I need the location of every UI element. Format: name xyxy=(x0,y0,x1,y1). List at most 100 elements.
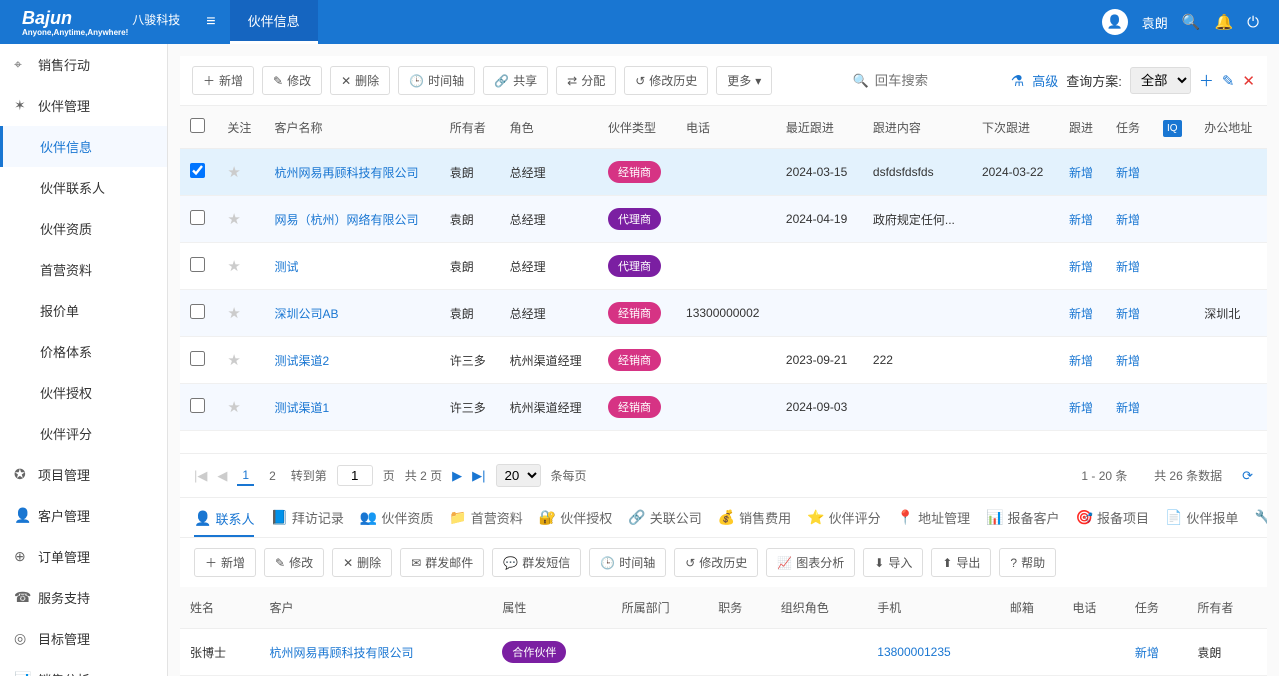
detail-tab[interactable]: 🔗关联公司 xyxy=(628,508,701,527)
detail-column-header[interactable]: 所属部门 xyxy=(612,587,709,629)
page-1[interactable]: 1 xyxy=(237,466,254,486)
goto-page-input[interactable] xyxy=(337,465,373,486)
column-header[interactable]: 所有者 xyxy=(440,106,500,149)
plus-icon[interactable]: ＋ xyxy=(1199,70,1214,91)
menu-toggle-icon[interactable]: ≡ xyxy=(192,13,229,31)
pencil-icon[interactable]: ✎ xyxy=(1222,72,1235,90)
column-header[interactable]: 跟进内容 xyxy=(863,106,972,149)
star-icon[interactable]: ★ xyxy=(227,352,240,369)
first-page-icon[interactable]: |◀ xyxy=(194,468,207,484)
detail-tab[interactable]: 👥伙伴资质 xyxy=(360,508,433,527)
detail-tab[interactable]: 👤联系人 xyxy=(194,508,254,537)
task-action[interactable]: 新增 xyxy=(1116,354,1140,368)
column-header[interactable]: 角色 xyxy=(500,106,598,149)
row-checkbox[interactable] xyxy=(190,210,205,225)
refresh-icon[interactable]: ⟳ xyxy=(1242,468,1253,484)
detail-column-header[interactable]: 姓名 xyxy=(180,587,260,629)
star-icon[interactable]: ★ xyxy=(227,399,240,416)
main-tab-partner-info[interactable]: 伙伴信息 xyxy=(230,0,318,44)
column-header[interactable]: 电话 xyxy=(676,106,776,149)
task-action[interactable]: 新增 xyxy=(1116,401,1140,415)
close-icon[interactable]: ✕ xyxy=(1242,72,1255,90)
column-header[interactable]: 伙伴类型 xyxy=(598,106,676,149)
row-checkbox[interactable] xyxy=(190,398,205,413)
detail-tab[interactable]: 🔐伙伴授权 xyxy=(539,508,612,527)
sidebar-subitem[interactable]: 伙伴联系人 xyxy=(0,167,167,208)
column-header[interactable]: 最近跟进 xyxy=(776,106,863,149)
edit-button[interactable]: ✎ 修改 xyxy=(262,66,322,95)
column-header[interactable]: 客户名称 xyxy=(264,106,439,149)
share-button[interactable]: 🔗 共享 xyxy=(483,66,548,95)
column-header[interactable]: 跟进 xyxy=(1059,106,1106,149)
sidebar-subitem[interactable]: 伙伴资质 xyxy=(0,208,167,249)
detail-column-header[interactable]: 组织角色 xyxy=(771,587,868,629)
detail-edit-button[interactable]: ✎ 修改 xyxy=(264,548,324,577)
detail-add-button[interactable]: ＋ 新增 xyxy=(194,548,256,577)
search-icon[interactable]: 🔍 xyxy=(1182,13,1201,31)
sidebar-subitem[interactable]: 报价单 xyxy=(0,290,167,331)
next-page-icon[interactable]: ▶ xyxy=(452,468,462,484)
detail-column-header[interactable]: 手机 xyxy=(867,587,1000,629)
sidebar-item[interactable]: ✶伙伴管理 xyxy=(0,85,167,126)
detail-column-header[interactable]: 职务 xyxy=(708,587,770,629)
detail-delete-button[interactable]: ✕ 删除 xyxy=(332,548,392,577)
task-action[interactable]: 新增 xyxy=(1116,166,1140,180)
detail-column-header[interactable]: 邮箱 xyxy=(1000,587,1062,629)
detail-import-button[interactable]: ⬇ 导入 xyxy=(863,548,923,577)
select-all-checkbox[interactable] xyxy=(190,118,205,133)
sidebar-subitem[interactable]: 首营资料 xyxy=(0,249,167,290)
mobile-link[interactable]: 13800001235 xyxy=(877,645,950,659)
row-checkbox[interactable] xyxy=(190,257,205,272)
sidebar-subitem[interactable]: 伙伴评分 xyxy=(0,413,167,454)
bell-icon[interactable]: 🔔 xyxy=(1214,13,1233,31)
follow-action[interactable]: 新增 xyxy=(1069,166,1093,180)
customer-name-link[interactable]: 测试 xyxy=(274,260,298,274)
avatar[interactable]: 👤 xyxy=(1102,9,1128,35)
star-icon[interactable]: ★ xyxy=(227,258,240,275)
detail-help-button[interactable]: ? 帮助 xyxy=(999,548,1056,577)
detail-task-action[interactable]: 新增 xyxy=(1135,646,1159,660)
customer-name-link[interactable]: 深圳公司AB xyxy=(274,307,338,321)
page-size-select[interactable]: 20 xyxy=(496,464,541,487)
sidebar-subitem[interactable]: 伙伴授权 xyxy=(0,372,167,413)
star-icon[interactable]: ★ xyxy=(227,211,240,228)
column-header[interactable]: 任务 xyxy=(1106,106,1153,149)
sidebar-item[interactable]: ◎目标管理 xyxy=(0,618,167,659)
row-checkbox[interactable] xyxy=(190,163,205,178)
detail-tab[interactable]: 🎯报备项目 xyxy=(1076,508,1149,527)
timeline-button[interactable]: 🕒 时间轴 xyxy=(398,66,475,95)
detail-row[interactable]: 张博士杭州网易再顾科技有限公司合作伙伴13800001235新增袁朗 xyxy=(180,629,1267,676)
detail-tab[interactable]: 📄伙伴报单 xyxy=(1165,508,1238,527)
detail-export-button[interactable]: ⬆ 导出 xyxy=(931,548,991,577)
detail-column-header[interactable]: 所有者 xyxy=(1187,587,1267,629)
detail-customer-link[interactable]: 杭州网易再顾科技有限公司 xyxy=(270,646,414,660)
sidebar-item[interactable]: ⌖销售行动 xyxy=(0,44,167,85)
star-icon[interactable]: ★ xyxy=(227,164,240,181)
table-row[interactable]: ★测试袁朗总经理代理商新增新增 xyxy=(180,243,1267,290)
prev-page-icon[interactable]: ◀ xyxy=(217,468,227,484)
customer-name-link[interactable]: 测试渠道1 xyxy=(274,401,329,415)
sidebar-item[interactable]: ⊕订单管理 xyxy=(0,536,167,577)
table-row[interactable]: ★深圳公司AB袁朗总经理经销商13300000002新增新增深圳北 xyxy=(180,290,1267,337)
history-button[interactable]: ↺ 修改历史 xyxy=(624,66,708,95)
add-button[interactable]: ＋ 新增 xyxy=(192,66,254,95)
follow-action[interactable]: 新增 xyxy=(1069,213,1093,227)
column-header[interactable]: 办公地址 xyxy=(1194,106,1267,149)
row-checkbox[interactable] xyxy=(190,351,205,366)
detail-timeline-button[interactable]: 🕒 时间轴 xyxy=(589,548,666,577)
table-row[interactable]: ★测试渠道1许三多杭州渠道经理经销商2024-09-03新增新增 xyxy=(180,384,1267,431)
sidebar-subitem[interactable]: 伙伴信息 xyxy=(0,126,167,167)
detail-tab[interactable]: ⭐伙伴评分 xyxy=(807,508,880,527)
advanced-link[interactable]: 高级 xyxy=(1032,71,1058,90)
column-header[interactable]: 关注 xyxy=(217,106,264,149)
table-row[interactable]: ★网易（杭州）网络有限公司袁朗总经理代理商2024-04-19政府规定任何...… xyxy=(180,196,1267,243)
sidebar-item[interactable]: ✪项目管理 xyxy=(0,454,167,495)
power-icon[interactable]: ⏻ xyxy=(1247,14,1259,31)
sidebar-item[interactable]: 👤客户管理 xyxy=(0,495,167,536)
follow-action[interactable]: 新增 xyxy=(1069,307,1093,321)
task-action[interactable]: 新增 xyxy=(1116,307,1140,321)
customer-name-link[interactable]: 杭州网易再顾科技有限公司 xyxy=(274,166,418,180)
column-header[interactable]: IQ xyxy=(1153,106,1194,149)
sidebar-item[interactable]: ☎服务支持 xyxy=(0,577,167,618)
detail-tab[interactable]: 🔧服务工单 xyxy=(1254,508,1267,527)
